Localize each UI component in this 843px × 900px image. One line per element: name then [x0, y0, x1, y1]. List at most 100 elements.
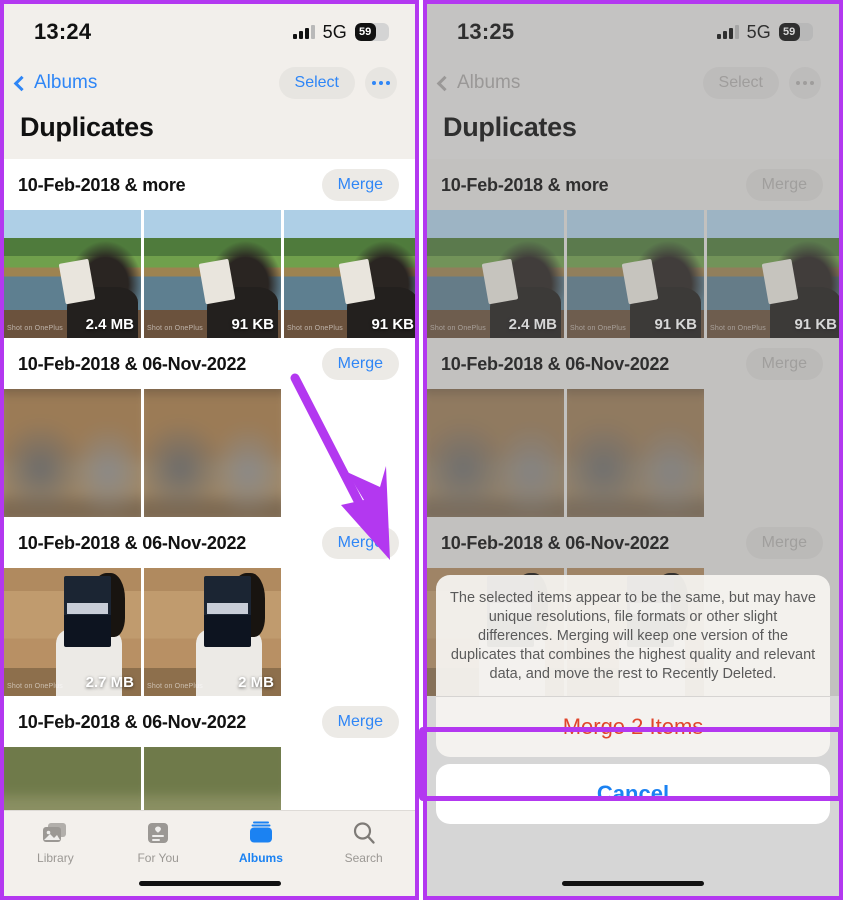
photo-size-label: 91 KB	[794, 316, 837, 333]
back-button-label: Albums	[457, 72, 521, 93]
merge-2-items-button[interactable]: Merge 2 Items	[436, 697, 830, 757]
merge-button[interactable]: Merge	[321, 527, 399, 559]
photo-watermark: Shot on OnePlus	[7, 683, 63, 690]
page-title: Duplicates	[4, 106, 415, 159]
network-type-label: 5G	[746, 21, 771, 42]
tab-albums[interactable]: Albums	[210, 819, 313, 865]
battery-percent-label: 59	[783, 26, 796, 38]
group-title: 10-Feb-2018 & more	[441, 174, 609, 195]
chevron-left-icon	[436, 75, 453, 91]
tab-bar: Library For You Albums Search	[4, 810, 415, 896]
battery-icon: 59	[355, 23, 389, 41]
group-title: 10-Feb-2018 & 06-Nov-2022	[441, 532, 670, 553]
right-phone-screenshot: 13:25 5G 59 Albums Select Duplicates 10-…	[423, 0, 843, 900]
screenshot-stage: 13:24 5G 59 Albums Select Duplicates 10-…	[0, 0, 843, 900]
status-bar: 13:25 5G 59	[427, 4, 839, 60]
photo-watermark: Shot on OnePlus	[710, 325, 766, 332]
left-phone-screenshot: 13:24 5G 59 Albums Select Duplicates 10-…	[0, 0, 419, 900]
photo-thumbnail[interactable]: Shot on OnePlus 91 KB	[284, 210, 415, 338]
duplicate-group-header: 10-Feb-2018 & 06-Nov-2022 Merge	[4, 338, 415, 389]
back-button-label: Albums	[34, 72, 98, 93]
photo-thumbnail[interactable]: Shot on OnePlus 91 KB	[567, 210, 704, 338]
for-you-card-icon	[147, 819, 169, 847]
photo-thumbnail[interactable]: Shot on OnePlus 91 KB	[707, 210, 839, 338]
merge-button[interactable]: Merge	[321, 169, 399, 201]
tab-label: Search	[344, 851, 383, 865]
group-title: 10-Feb-2018 & more	[18, 174, 186, 195]
tab-label: For You	[137, 851, 179, 865]
battery-percent-label: 59	[359, 26, 372, 38]
albums-book-icon	[248, 819, 274, 847]
photos-stack-icon	[42, 819, 68, 847]
photo-watermark: Shot on OnePlus	[287, 325, 343, 332]
merge-button[interactable]: Merge	[745, 527, 823, 559]
more-options-icon[interactable]	[365, 67, 397, 99]
action-sheet-card: The selected items appear to be the same…	[436, 575, 830, 757]
battery-icon: 59	[779, 23, 813, 41]
network-type-label: 5G	[322, 21, 347, 42]
merge-button[interactable]: Merge	[745, 169, 823, 201]
duplicate-group-header: 10-Feb-2018 & more Merge	[427, 159, 839, 210]
photo-size-label: 91 KB	[371, 316, 414, 333]
merge-button[interactable]: Merge	[745, 348, 823, 380]
photo-thumbnail[interactable]	[567, 389, 704, 517]
photo-size-label: 2.4 MB	[85, 316, 134, 333]
photo-thumbnail[interactable]	[427, 389, 564, 517]
photo-thumbnail[interactable]: Shot on OnePlus 2.4 MB	[4, 210, 141, 338]
photo-size-label: 91 KB	[231, 316, 274, 333]
tab-library[interactable]: Library	[4, 819, 107, 865]
duplicate-group-header: 10-Feb-2018 & 06-Nov-2022 Merge	[4, 517, 415, 568]
photo-watermark: Shot on OnePlus	[570, 325, 626, 332]
photo-thumbnail[interactable]: Shot on OnePlus 2 MB	[144, 568, 281, 696]
status-bar: 13:24 5G 59	[4, 4, 415, 60]
navigation-bar: Albums Select	[4, 60, 415, 106]
home-indicator[interactable]	[562, 881, 704, 886]
action-sheet-message: The selected items appear to be the same…	[450, 590, 816, 682]
photo-thumbnail[interactable]: Shot on OnePlus 2.4 MB	[427, 210, 564, 338]
nav-actions: Select	[278, 67, 397, 99]
photo-thumbnail[interactable]: Shot on OnePlus 91 KB	[144, 210, 281, 338]
cancel-button[interactable]: Cancel	[436, 764, 830, 824]
status-indicators: 5G 59	[716, 21, 813, 43]
photo-thumbnail[interactable]	[144, 389, 281, 517]
back-button[interactable]: Albums	[436, 72, 521, 94]
duplicate-group-header: 10-Feb-2018 & 06-Nov-2022 Merge	[4, 696, 415, 747]
photo-thumbnail[interactable]: Shot on OnePlus 2.7 MB	[4, 568, 141, 696]
right-phone-screen: 13:25 5G 59 Albums Select Duplicates 10-…	[427, 4, 839, 896]
tab-search[interactable]: Search	[312, 819, 415, 865]
duplicate-group-header: 10-Feb-2018 & 06-Nov-2022 Merge	[427, 517, 839, 568]
chevron-left-icon	[13, 75, 30, 91]
photo-size-label: 2.4 MB	[508, 316, 557, 333]
tab-label: Albums	[238, 851, 283, 865]
more-options-icon[interactable]	[789, 67, 821, 99]
status-clock: 13:24	[34, 19, 92, 44]
merge-action-sheet: The selected items appear to be the same…	[436, 575, 830, 824]
thumbnail-row	[427, 389, 839, 517]
photo-watermark: Shot on OnePlus	[430, 325, 486, 332]
group-title: 10-Feb-2018 & 06-Nov-2022	[18, 532, 247, 553]
back-button[interactable]: Albums	[13, 72, 98, 94]
merge-button[interactable]: Merge	[321, 706, 399, 738]
photo-watermark: Shot on OnePlus	[147, 325, 203, 332]
left-phone-screen: 13:24 5G 59 Albums Select Duplicates 10-…	[4, 4, 415, 896]
home-indicator[interactable]	[138, 881, 281, 886]
photo-size-label: 2 MB	[238, 674, 274, 691]
thumbnail-row: Shot on OnePlus 2.7 MB Shot on OnePlus 2…	[4, 568, 415, 696]
navigation-bar: Albums Select	[427, 60, 839, 106]
photo-thumbnail[interactable]	[4, 389, 141, 517]
duplicate-group-header: 10-Feb-2018 & 06-Nov-2022 Merge	[427, 338, 839, 389]
group-title: 10-Feb-2018 & 06-Nov-2022	[18, 353, 247, 374]
group-title: 10-Feb-2018 & 06-Nov-2022	[441, 353, 670, 374]
tab-for-you[interactable]: For You	[107, 819, 210, 865]
magnifier-icon	[352, 819, 376, 847]
merge-button[interactable]: Merge	[321, 348, 399, 380]
status-clock: 13:25	[457, 19, 515, 44]
thumbnail-row	[4, 389, 415, 517]
cellular-signal-icon	[716, 25, 739, 39]
photo-watermark: Shot on OnePlus	[7, 325, 63, 332]
status-indicators: 5G 59	[292, 21, 389, 43]
nav-actions: Select	[702, 67, 821, 99]
select-button[interactable]: Select	[702, 67, 779, 99]
select-button[interactable]: Select	[278, 67, 355, 99]
duplicates-list: 10-Feb-2018 & more Merge Shot on OnePlus…	[4, 159, 415, 875]
